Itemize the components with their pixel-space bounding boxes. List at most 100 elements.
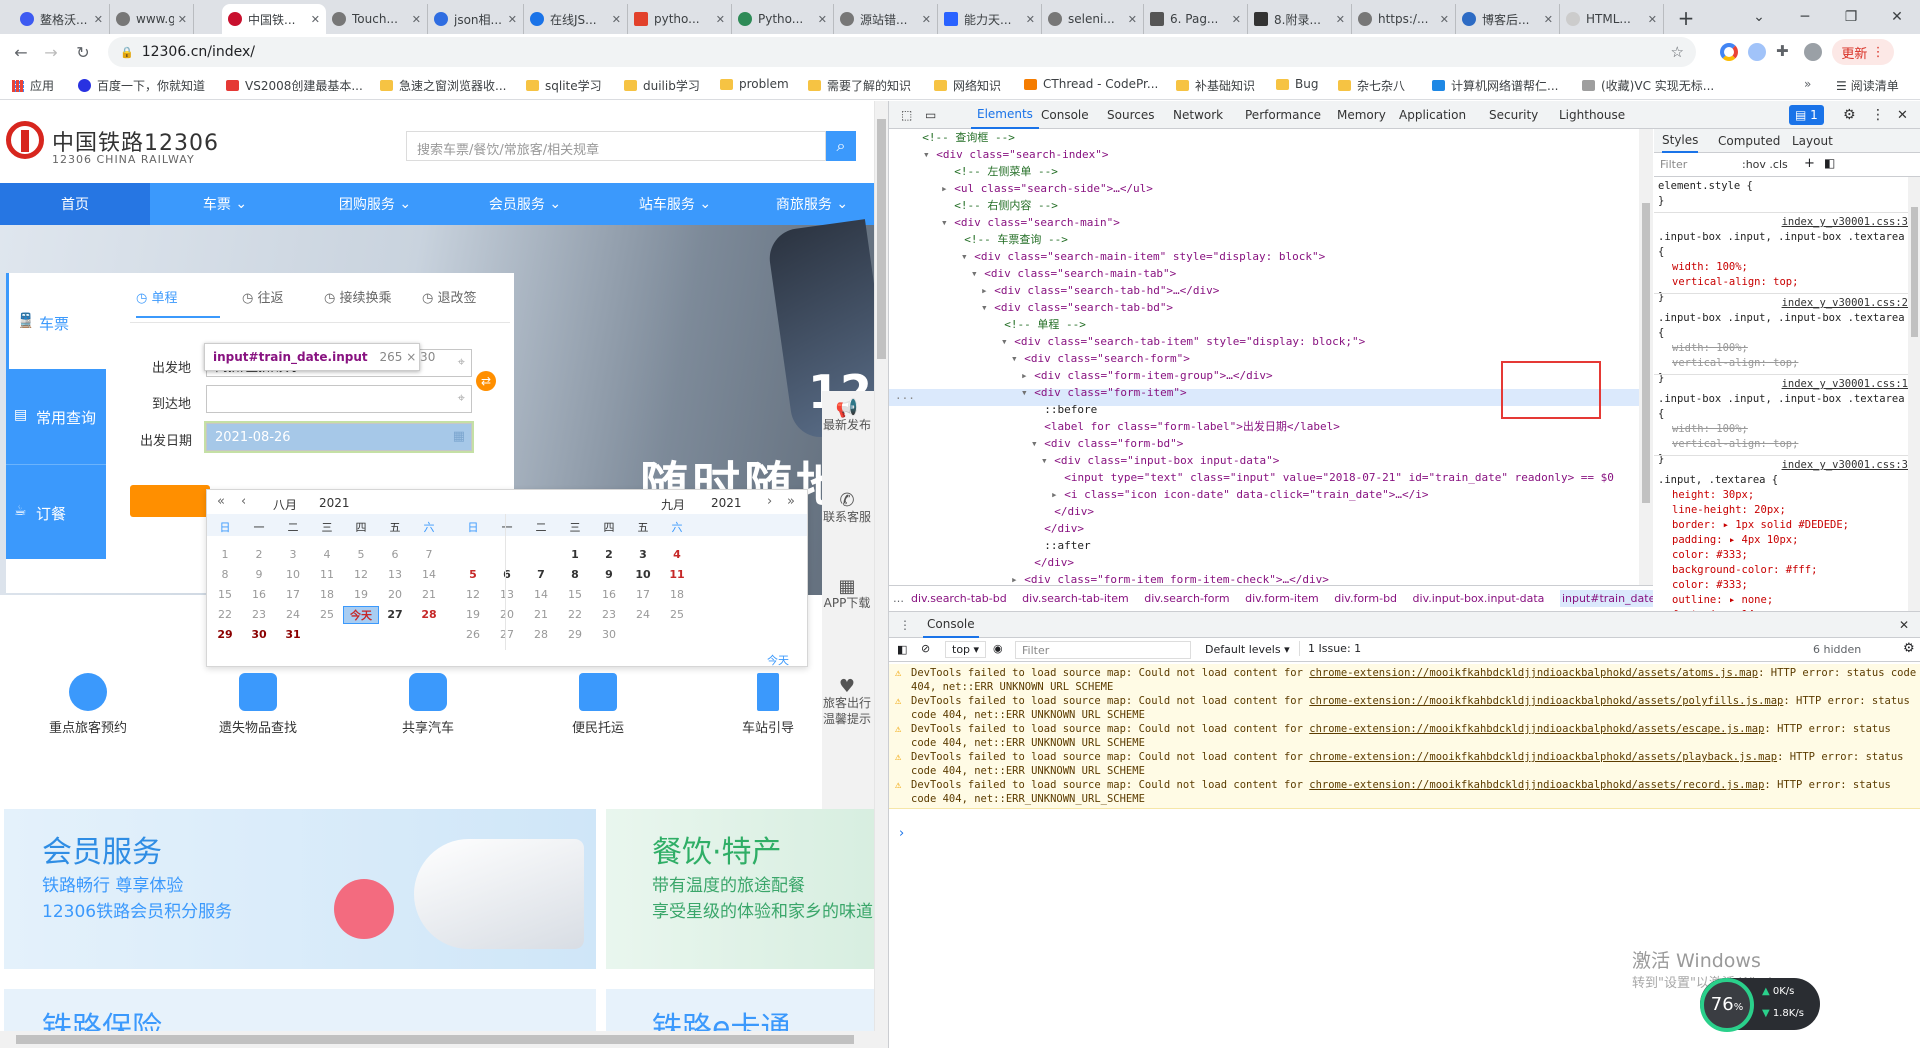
console-issues-button[interactable]: 1 Issue: 1: [1299, 641, 1369, 656]
context-select[interactable]: top ▾: [945, 641, 987, 658]
service-shared-car[interactable]: 共享汽车: [368, 673, 488, 736]
extension-chrome-icon[interactable]: [1720, 43, 1738, 61]
breadcrumb-item-selected[interactable]: input#train_date.input: [1559, 590, 1653, 607]
dom-node-line[interactable]: ▾ <div class="search-index">: [923, 146, 1108, 163]
expand-arrow-icon[interactable]: ▸: [981, 284, 994, 297]
toggle-sidebar-icon[interactable]: ◧: [1824, 156, 1835, 170]
bookmark-item[interactable]: 杂七杂八: [1338, 77, 1405, 94]
style-property[interactable]: height: 30px;: [1658, 488, 1908, 503]
page-horizontal-scrollbar[interactable]: [0, 1031, 888, 1048]
calendar-day[interactable]: 7: [411, 546, 447, 564]
style-property[interactable]: width: 100%;: [1658, 341, 1908, 356]
style-rule[interactable]: index_y_v30001.css:1 .input-box .input, .…: [1658, 377, 1908, 467]
style-property[interactable]: width: 100%;: [1658, 260, 1908, 275]
calendar-day[interactable]: 15: [207, 586, 243, 604]
nav-item-group[interactable]: 团购服务 ⌄: [300, 183, 450, 225]
calendar-day[interactable]: 24: [625, 606, 661, 624]
browser-tab[interactable]: Pytho... ✕: [732, 4, 834, 34]
close-tab-icon[interactable]: ✕: [508, 13, 517, 26]
clear-console-icon[interactable]: ⊘: [921, 642, 930, 655]
style-rule[interactable]: index_y_v30001.css:3 .input-box .input, .…: [1658, 215, 1908, 305]
nav-item-member[interactable]: 会员服务 ⌄: [450, 183, 600, 225]
collapse-arrow-icon[interactable]: ▾: [961, 250, 974, 263]
swap-stations-icon[interactable]: ⇄: [476, 371, 496, 391]
calendar-day[interactable]: 27: [377, 606, 413, 624]
hov-cls-toggle[interactable]: :hov .cls: [1742, 158, 1788, 171]
query-button[interactable]: [130, 485, 210, 517]
calendar-day[interactable]: 22: [207, 606, 243, 624]
forward-icon[interactable]: →: [38, 40, 64, 64]
calendar-day[interactable]: 28: [411, 606, 447, 624]
style-rule-source[interactable]: index_y_v30001.css:2: [1658, 296, 1908, 311]
back-icon[interactable]: ←: [8, 40, 34, 64]
update-button[interactable]: 更新 ⋮: [1832, 39, 1894, 65]
calendar-day[interactable]: 28: [523, 626, 559, 644]
profile-avatar[interactable]: [1804, 43, 1822, 61]
close-tab-icon[interactable]: ✕: [1336, 13, 1345, 26]
bookmark-item[interactable]: 网络知识: [934, 77, 1001, 94]
promo-member[interactable]: 会员服务 铁路畅行 尊享体验 12306铁路会员积分服务: [4, 809, 596, 969]
calendar-day[interactable]: 5: [455, 566, 491, 584]
style-rule[interactable]: element.style {}: [1658, 179, 1908, 209]
calendar-day[interactable]: 4: [309, 546, 345, 564]
close-devtools-icon[interactable]: ✕: [1897, 101, 1908, 129]
dom-node-line[interactable]: </div>: [1021, 554, 1074, 571]
styles-tab[interactable]: Styles: [1662, 129, 1699, 153]
service-priority-booking[interactable]: 重点旅客预约: [28, 673, 148, 736]
site-search-input[interactable]: 搜索车票/餐饮/常旅客/相关规章: [406, 131, 826, 161]
close-tab-icon[interactable]: ✕: [1440, 13, 1449, 26]
address-bar[interactable]: 🔒 12306.cn/index/ ☆: [108, 37, 1696, 67]
bookmark-item[interactable]: Bug: [1276, 77, 1318, 91]
calendar-day[interactable]: 10: [275, 566, 311, 584]
dom-node-line[interactable]: ::after: [1031, 537, 1090, 554]
console-filter-input[interactable]: Filter: [1015, 641, 1191, 659]
page-vertical-scrollbar[interactable]: [874, 101, 888, 1031]
scrollbar-thumb[interactable]: [877, 119, 886, 359]
calendar-day[interactable]: 7: [523, 566, 559, 584]
service-station-guide[interactable]: 车站引导: [708, 673, 828, 736]
expand-arrow-icon[interactable]: ▸: [941, 182, 954, 195]
calendar-day[interactable]: 19: [343, 586, 379, 604]
browser-tab[interactable]: 6. Pag... ✕: [1144, 4, 1248, 34]
browser-tab[interactable]: https:/... ✕: [1352, 4, 1456, 34]
style-property[interactable]: vertical-align: top;: [1658, 437, 1908, 452]
calendar-day[interactable]: 12: [343, 566, 379, 584]
calendar-day[interactable]: 19: [455, 606, 491, 624]
style-property[interactable]: width: 100%;: [1658, 422, 1908, 437]
close-tab-icon[interactable]: ✕: [1648, 13, 1657, 26]
browser-tab[interactable]: 鳌格沃... ✕: [14, 4, 110, 34]
style-property[interactable]: border: ▸ 1px solid #DEDEDE;: [1658, 518, 1908, 533]
dom-row-ellipsis-icon[interactable]: ···: [895, 390, 915, 407]
bookmark-item[interactable]: duilib学习: [624, 77, 700, 94]
calendar-day[interactable]: 8: [207, 566, 243, 584]
browser-tab[interactable]: Touch... ✕: [326, 4, 428, 34]
devtools-tab-console[interactable]: Console: [1041, 101, 1089, 129]
calendar-day[interactable]: 27: [489, 626, 525, 644]
calendar-day[interactable]: 3: [275, 546, 311, 564]
style-property[interactable]: vertical-align: top;: [1658, 275, 1908, 290]
minimize-icon[interactable]: ─: [1782, 0, 1828, 34]
side-tab-tickets[interactable]: 🚆 车票: [6, 273, 106, 369]
bookmark-item[interactable]: 计算机网络谱帮仁...: [1432, 77, 1558, 94]
collapse-arrow-icon[interactable]: ▾: [941, 216, 954, 229]
collapse-arrow-icon[interactable]: ▾: [971, 267, 984, 280]
calendar-day[interactable]: 13: [377, 566, 413, 584]
side-customer-service[interactable]: ✆ 联系客服: [822, 492, 872, 525]
calendar-day[interactable]: 29: [557, 626, 593, 644]
warning-link[interactable]: chrome-extension://mooikfkahbdckldjjndio…: [1309, 695, 1783, 707]
dom-node-line[interactable]: <input type="text" class="input" value="…: [1051, 469, 1614, 486]
calendar-day[interactable]: 14: [411, 566, 447, 584]
dom-comment-line[interactable]: <!-- 查询框 -->: [909, 129, 1015, 146]
dom-node-line[interactable]: ▸ <div class="search-tab-hd">…</div>: [981, 282, 1219, 299]
side-travel-tips[interactable]: ♥ 旅客出行温馨提示: [822, 678, 872, 727]
browser-tab[interactable]: HTML... ✕: [1560, 4, 1664, 34]
calendar-today[interactable]: 今天: [343, 606, 379, 624]
nav-item-station[interactable]: 站车服务 ⌄: [600, 183, 750, 225]
search-icon[interactable]: ⌕: [826, 131, 856, 161]
tab-search-icon[interactable]: ⌄: [1736, 0, 1782, 34]
calendar-day[interactable]: 26: [455, 626, 491, 644]
dom-node-line[interactable]: <label for class="form-label">出发日期</labe…: [1031, 418, 1340, 435]
new-rule-icon[interactable]: +: [1804, 156, 1815, 171]
style-property[interactable]: color: #333;: [1658, 548, 1908, 563]
reading-list-button[interactable]: ☰ 阅读清单: [1836, 77, 1899, 94]
